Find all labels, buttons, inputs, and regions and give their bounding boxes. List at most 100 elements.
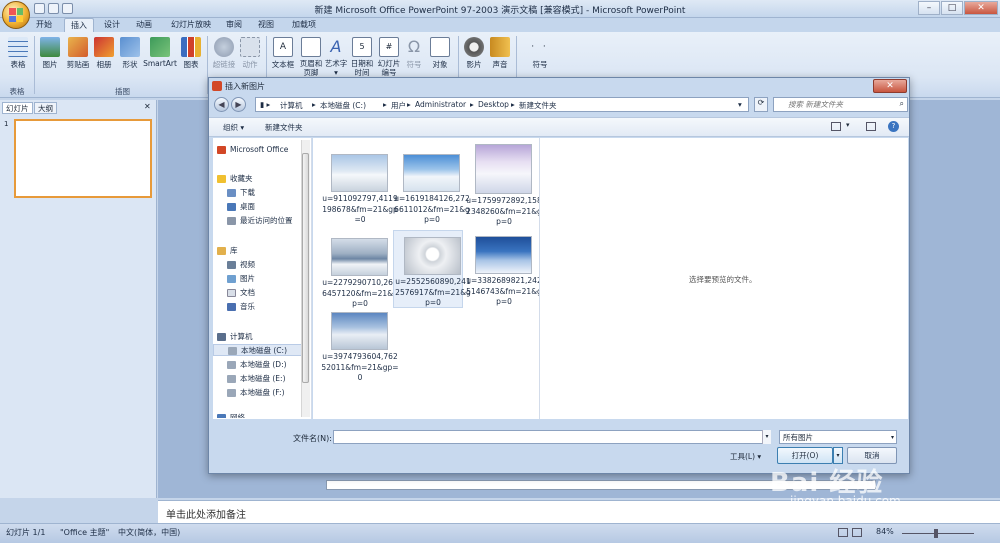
nav-drive-d[interactable]: 本地磁盘 (D:) [227,359,287,371]
search-icon[interactable]: ⌕ [900,99,904,109]
nav-favorites[interactable]: 收藏夹 [217,173,253,185]
chart-button[interactable]: 图表 [180,35,202,85]
refresh-icon[interactable]: ⟳ [754,97,768,112]
file-item[interactable]: u=1759972892,1582348260&fm=21&gp=0 [465,138,542,226]
shapes-button[interactable]: 形状 [118,35,142,85]
preview-pane-icon[interactable] [866,122,876,131]
nav-downloads[interactable]: 下载 [227,187,255,199]
file-item[interactable]: u=2279290710,2626457120&fm=21&gp=0 [321,234,398,308]
back-arrow-icon[interactable]: ◀ [214,97,229,112]
slide-number-icon: # [379,37,399,57]
file-item[interactable]: u=3974793604,76252011&fm=21&gp=0 [321,308,399,382]
nav-pictures[interactable]: 图片 [227,273,255,285]
tab-home[interactable]: 开始 [30,18,58,32]
nav-drive-f[interactable]: 本地磁盘 (F:) [227,387,285,399]
separator [34,36,35,94]
zoom-slider[interactable] [902,533,974,534]
smartart-icon [150,37,170,57]
tab-outline[interactable]: 大纲 [34,102,57,114]
view-options-icon[interactable] [831,122,841,131]
slides-panel: 幻灯片 大纲 ✕ 1 [0,100,157,498]
nav-videos[interactable]: 视频 [227,259,255,271]
nav-drive-c[interactable]: 本地磁盘 (C:) [213,344,309,356]
baidu-watermark-url: jingyan.baidu.com [790,494,901,508]
tab-view[interactable]: 视图 [252,18,280,32]
nav-documents[interactable]: 文档 [227,287,255,299]
file-item-selected[interactable]: u=2552560890,2412576917&fm=21&gp=0 [393,230,471,308]
tab-slides[interactable]: 幻灯片 [2,102,33,114]
search-input[interactable] [788,99,903,110]
tab-insert[interactable]: 插入 [64,18,94,32]
nav-scrollbar-thumb[interactable] [302,153,309,383]
filetype-select[interactable]: 所有图片 ▾ [779,430,897,444]
breadcrumb-new-folder[interactable]: 新建文件夹 [519,100,557,111]
breadcrumb-drive-c[interactable]: 本地磁盘 (C:) [320,100,366,111]
nav-computer[interactable]: 计算机 [217,331,253,343]
tab-animations[interactable]: 动画 [130,18,158,32]
breadcrumb-desktop[interactable]: Desktop [478,100,509,109]
nav-music[interactable]: 音乐 [227,301,255,313]
undo-icon[interactable] [48,3,59,14]
tab-design[interactable]: 设计 [98,18,126,32]
minimize-button[interactable]: – [918,1,940,15]
image-thumbnail [404,237,461,275]
breadcrumb-administrator[interactable]: Administrator [415,100,466,109]
smartart-button[interactable]: SmartArt [143,35,177,85]
nav-microsoft-office[interactable]: Microsoft Office [217,144,288,156]
filename-input[interactable] [333,430,771,444]
dialog-toolbar: 组织 ▾ 新建文件夹 ▾ ? [209,117,909,137]
nav-network[interactable]: 网络 [217,412,245,418]
file-item[interactable]: u=1619184126,2726611012&fm=21&gp=0 [393,150,470,224]
video-icon [227,261,236,269]
slide-thumbnail[interactable] [14,119,152,198]
nav-desktop[interactable]: 桌面 [227,201,255,213]
new-folder-button[interactable]: 新建文件夹 [265,122,303,133]
forward-arrow-icon[interactable]: ▶ [231,97,246,112]
filename-dropdown-icon[interactable]: ▾ [762,430,771,444]
clipart-button[interactable]: 剪贴画 [64,35,92,85]
nav-recent[interactable]: 最近访问的位置 [227,215,293,227]
close-panel-icon[interactable]: ✕ [144,102,151,111]
image-thumbnail [475,236,532,274]
dialog-close-button[interactable]: ✕ [873,79,907,93]
save-icon[interactable] [34,3,45,14]
tab-slideshow[interactable]: 幻灯片放映 [165,18,217,32]
nav-libraries[interactable]: 库 [217,245,238,257]
help-icon[interactable]: ? [888,121,899,132]
status-bar: 幻灯片 1/1 "Office 主题" 中文(简体，中国) 84% [0,523,1000,543]
table-button[interactable]: 表格 [6,35,30,85]
search-box[interactable]: ⌕ [773,97,908,112]
tab-review[interactable]: 审阅 [220,18,248,32]
office-button[interactable] [2,1,30,29]
chevron-down-icon: ▾ [738,100,742,109]
dialog-title: 插入新图片 [225,82,265,91]
breadcrumb-computer[interactable]: 计算机 [280,100,303,111]
document-icon [227,289,236,297]
chevron-down-icon: ▾ [890,434,894,441]
album-button[interactable]: 相册 [92,35,116,85]
breadcrumb-users[interactable]: 用户 [391,100,406,111]
close-button[interactable]: ✕ [964,1,998,15]
textbox-icon: A [273,37,293,57]
ribbon-tabs: 开始 插入 设计 动画 幻灯片放映 审阅 视图 加载项 [0,18,1000,32]
slide-number: 1 [4,120,9,128]
speaker-icon [490,37,510,57]
maximize-button[interactable]: □ [941,1,963,15]
chevron-down-icon[interactable]: ▾ [846,121,850,129]
tools-button[interactable]: 工具(L) ▾ [730,451,761,462]
zoom-slider-thumb[interactable] [934,529,938,538]
tab-addins[interactable]: 加载项 [286,18,322,32]
file-item[interactable]: u=3382689821,2425146743&fm=21&gp=0 [465,232,542,306]
organize-button[interactable]: 组织 ▾ [223,122,244,133]
picture-button[interactable]: 图片 [38,35,62,85]
zoom-level[interactable]: 84% [876,527,894,536]
nav-drive-e[interactable]: 本地磁盘 (E:) [227,373,286,385]
shapes-icon [120,37,140,57]
address-bar[interactable]: ▮ ▸ 计算机 ▸ 本地磁盘 (C:) ▸ 用户 ▸ Administrator… [255,97,749,112]
file-list: u=911092797,4119198678&fm=21&gp=0 u=1619… [313,138,542,419]
slide-sorter-icon[interactable] [852,528,862,537]
language: 中文(简体，中国) [118,528,181,537]
redo-icon[interactable] [62,3,73,14]
file-item[interactable]: u=911092797,4119198678&fm=21&gp=0 [321,150,398,224]
normal-view-icon[interactable] [838,528,848,537]
